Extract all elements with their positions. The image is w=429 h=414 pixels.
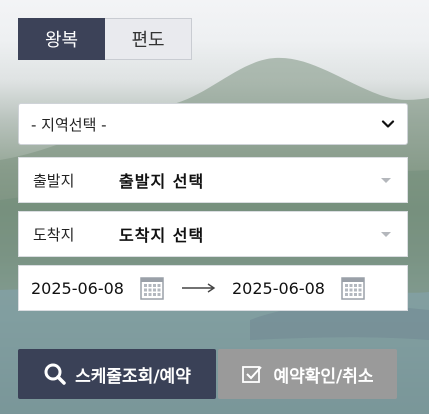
caret-down-icon <box>381 231 391 237</box>
checkbox-icon <box>242 366 263 383</box>
start-date-field[interactable]: 2025-06-08 <box>31 279 124 298</box>
end-date-field[interactable]: 2025-06-08 <box>232 279 325 298</box>
tab-one-way[interactable]: 편도 <box>105 18 192 60</box>
arrival-value: 도착지 선택 <box>119 226 205 245</box>
schedule-search-button[interactable]: 스케줄조회/예약 <box>18 349 216 399</box>
caret-down-icon <box>381 177 391 183</box>
calendar-icon[interactable] <box>341 276 365 300</box>
chevron-down-icon <box>381 120 395 128</box>
tab-round-trip[interactable]: 왕복 <box>18 18 105 60</box>
trip-type-tabs: 왕복 편도 <box>18 18 192 60</box>
booking-widget: 왕복 편도 - 지역선택 - 출발지 출발지 선택 도착지 도착지 선택 202… <box>0 0 429 414</box>
region-select[interactable]: - 지역선택 - <box>18 103 408 145</box>
reservation-check-button[interactable]: 예약확인/취소 <box>218 349 397 399</box>
arrow-right-icon <box>181 283 216 293</box>
calendar-icon[interactable] <box>140 276 164 300</box>
departure-label: 출발지 <box>33 171 75 190</box>
arrival-label: 도착지 <box>33 225 75 244</box>
schedule-search-label: 스케줄조회/예약 <box>75 366 191 387</box>
departure-select[interactable]: 출발지 출발지 선택 <box>18 157 408 203</box>
search-icon <box>44 363 66 385</box>
departure-value: 출발지 선택 <box>119 172 205 191</box>
date-range: 2025-06-08 2025-06-08 <box>18 265 408 311</box>
arrival-select[interactable]: 도착지 도착지 선택 <box>18 211 408 257</box>
region-select-value: - 지역선택 - <box>31 115 107 134</box>
reservation-check-label: 예약확인/취소 <box>273 366 374 387</box>
